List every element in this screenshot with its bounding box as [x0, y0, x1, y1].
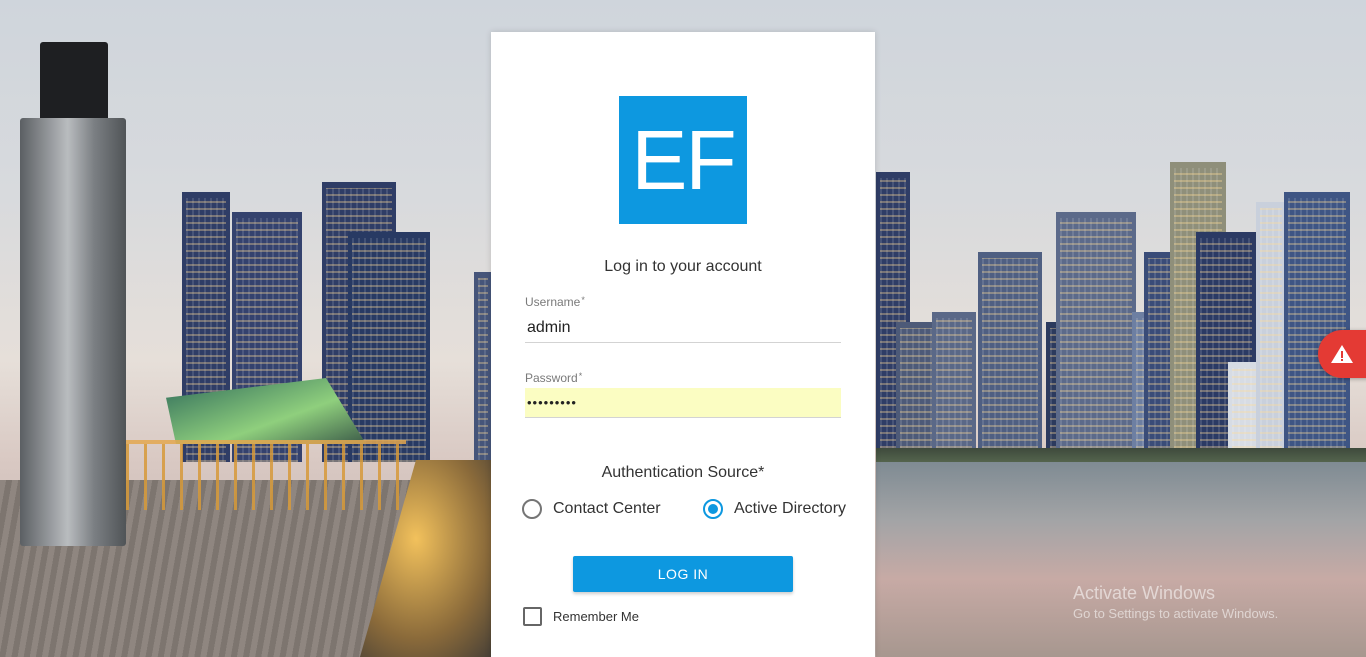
radio-active-directory[interactable]: Active Directory	[703, 499, 846, 519]
building	[978, 252, 1042, 462]
username-label-text: Username	[525, 295, 581, 309]
building	[348, 232, 430, 462]
warning-triangle-icon	[1330, 344, 1354, 364]
watermark-title: Activate Windows	[1073, 583, 1216, 603]
radio-active-directory-label: Active Directory	[734, 500, 847, 517]
building	[474, 272, 492, 462]
password-input[interactable]	[525, 388, 841, 418]
remember-me-label: Remember Me	[553, 609, 639, 624]
building	[1056, 212, 1136, 462]
password-label-text: Password	[525, 371, 578, 385]
page-title: Log in to your account	[604, 258, 762, 275]
watermark-subtitle: Go to Settings to activate Windows.	[1073, 606, 1279, 621]
water	[876, 462, 1366, 657]
username-input[interactable]	[525, 313, 841, 343]
column-top	[40, 42, 108, 122]
auth-source-label: Authentication Source*	[601, 464, 765, 481]
password-label: Password*	[525, 371, 841, 385]
password-field: Password*	[525, 371, 841, 418]
alert-button[interactable]	[1318, 330, 1366, 378]
login-button[interactable]: LOG IN	[573, 556, 793, 592]
radio-unchecked-icon	[522, 499, 542, 519]
radio-checked-icon	[703, 499, 723, 519]
radio-contact-center[interactable]: Contact Center	[522, 499, 661, 519]
logo-text: EF	[631, 112, 736, 207]
steel-column	[20, 118, 126, 546]
building	[1256, 202, 1286, 462]
logo: EF	[619, 96, 747, 224]
username-label: Username*	[525, 295, 841, 309]
username-field: Username*	[525, 295, 841, 343]
remember-me-checkbox[interactable]: Remember Me	[523, 607, 639, 626]
building	[932, 312, 976, 462]
required-mark: *	[578, 371, 583, 381]
radio-contact-center-label: Contact Center	[553, 500, 661, 517]
checkbox-unchecked-icon	[523, 607, 542, 626]
login-panel: EF Log in to your account Username* Pass…	[491, 32, 875, 657]
building	[896, 322, 936, 462]
building	[1284, 192, 1350, 462]
activation-watermark: Activate Windows Go to Settings to activ…	[1073, 583, 1278, 621]
required-mark: *	[581, 295, 585, 305]
railing	[126, 440, 406, 510]
